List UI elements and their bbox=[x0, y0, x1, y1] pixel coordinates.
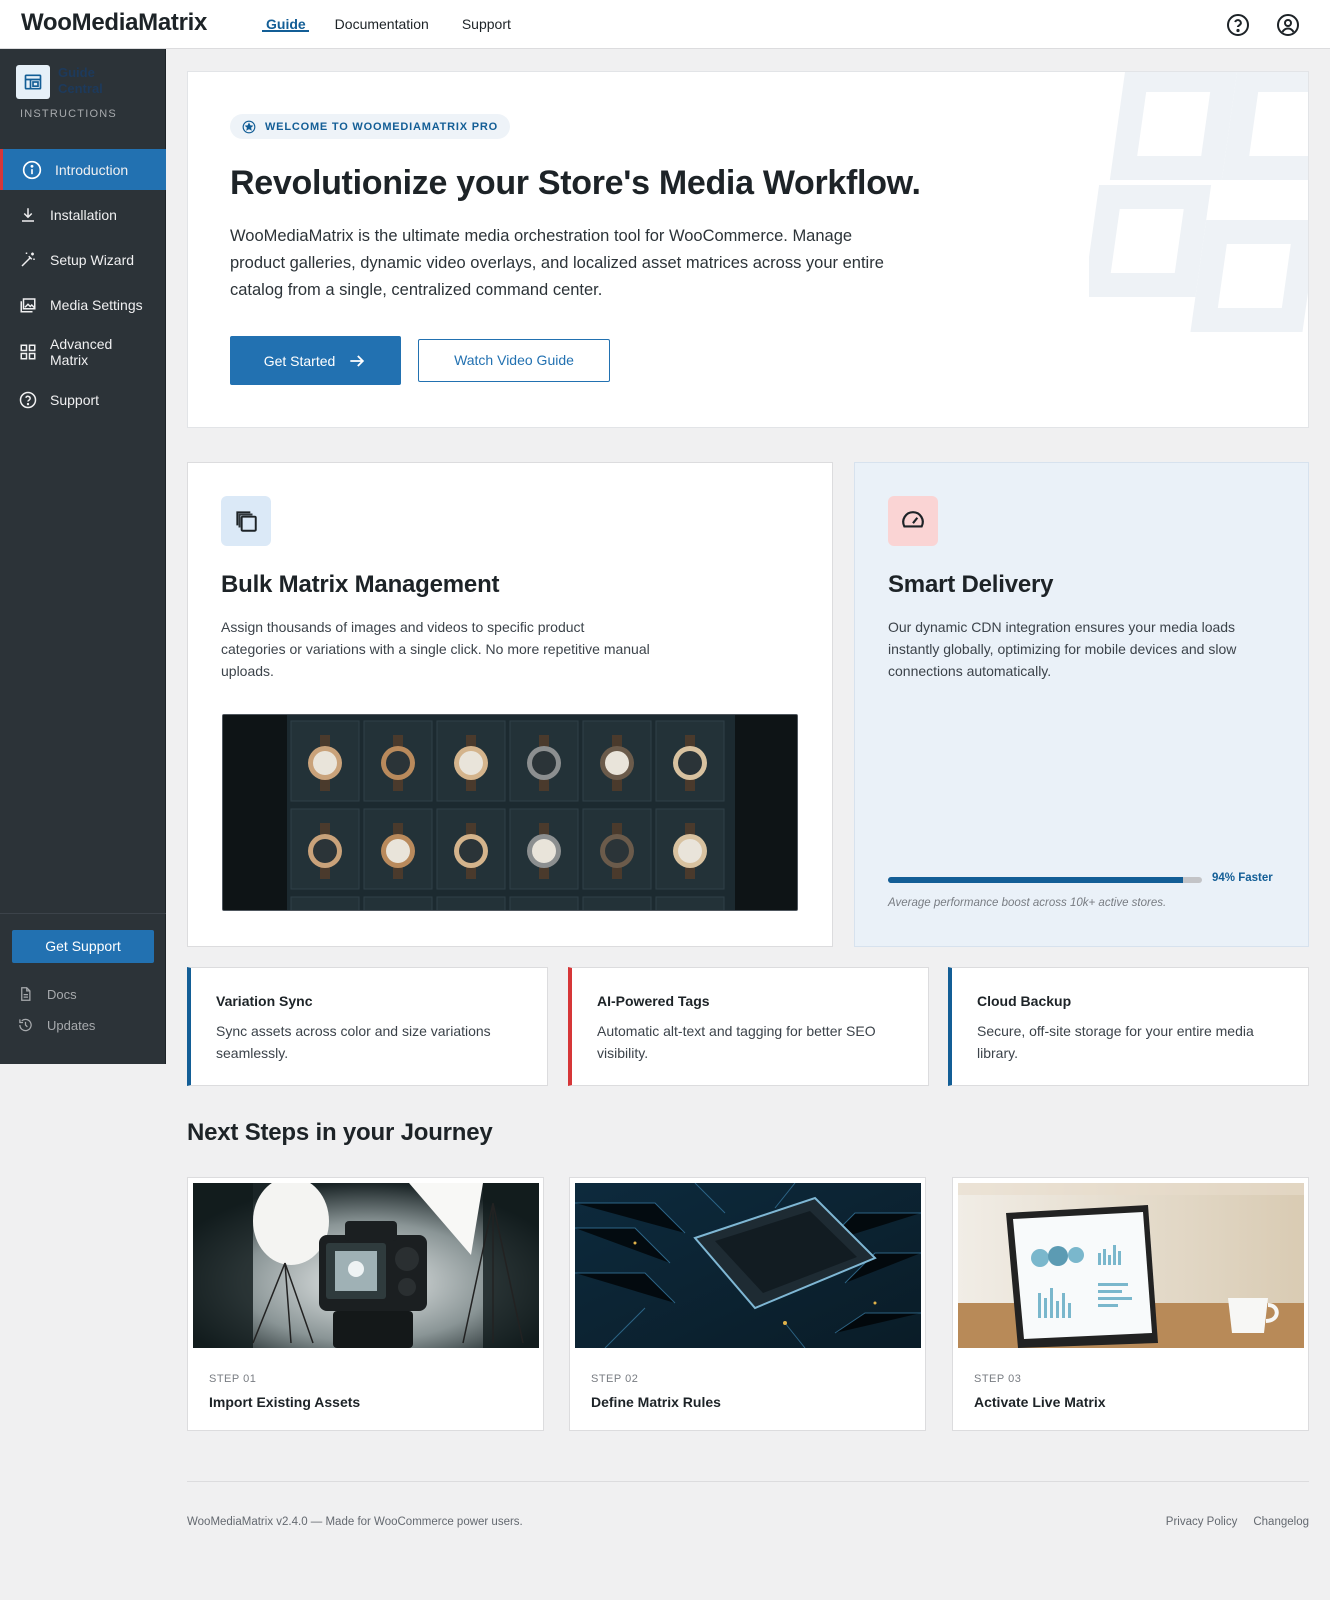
progress-label: 94% Faster bbox=[1212, 872, 1273, 884]
user-account-icon[interactable] bbox=[1276, 13, 1300, 37]
step-title: Define Matrix Rules bbox=[591, 1394, 721, 1410]
copy-icon bbox=[221, 496, 271, 546]
app-brand[interactable]: WooMediaMatrix bbox=[21, 9, 207, 37]
variation-sync-card: Variation Sync Sync assets across color … bbox=[187, 967, 548, 1086]
camera-studio-image bbox=[193, 1183, 539, 1348]
changelog-link[interactable]: Changelog bbox=[1253, 1516, 1309, 1528]
download-icon bbox=[22, 207, 34, 222]
step-title: Import Existing Assets bbox=[209, 1394, 361, 1410]
sidebar-subtitle: INSTRUCTIONS bbox=[20, 108, 117, 120]
info-icon bbox=[22, 160, 42, 179]
step-label: STEP 01 bbox=[209, 1373, 257, 1385]
sidebar-item-media-settings[interactable]: Media Settings bbox=[0, 284, 166, 325]
step-card-import[interactable]: STEP 01 Import Existing Assets bbox=[187, 1177, 544, 1431]
step-title: Activate Live Matrix bbox=[974, 1394, 1106, 1410]
welcome-badge: WELCOME TO WOOMEDIAMATRIX PRO bbox=[230, 114, 511, 139]
get-support-button[interactable]: Get Support bbox=[12, 930, 154, 963]
dashboard-logo-icon bbox=[16, 65, 50, 99]
footer-text: WooMediaMatrix v2.4.0 — Made for WooComm… bbox=[187, 1516, 523, 1528]
sidebar-item-label: Installation bbox=[50, 206, 117, 223]
step-label: STEP 03 bbox=[974, 1373, 1022, 1385]
footer-divider bbox=[187, 1481, 1309, 1482]
sidebar-link-docs[interactable]: Docs bbox=[18, 986, 77, 1002]
bulk-matrix-card: Bulk Matrix Management Assign thousands … bbox=[187, 462, 833, 947]
watch-video-guide-button[interactable]: Watch Video Guide bbox=[418, 339, 610, 382]
sidebar-item-label: Introduction bbox=[55, 161, 129, 178]
get-started-label: Get Started bbox=[263, 352, 336, 369]
speedometer-icon bbox=[888, 496, 938, 546]
sidebar-item-label: Advanced Matrix bbox=[50, 336, 113, 368]
bulk-title: Bulk Matrix Management bbox=[221, 571, 500, 598]
sidebar-item-advanced-matrix[interactable]: Advanced Matrix bbox=[0, 329, 166, 375]
hero-description: WooMediaMatrix is the ultimate media orc… bbox=[230, 227, 884, 299]
sidebar-brand: Guide Central bbox=[58, 65, 103, 96]
mini-card-description: Secure, off-site storage for your entire… bbox=[977, 1023, 1254, 1061]
sidebar-item-label: Media Settings bbox=[50, 296, 143, 313]
sidebar-header: Guide Central bbox=[16, 65, 103, 99]
smart-delivery-card: Smart Delivery Our dynamic CDN integrati… bbox=[854, 462, 1309, 947]
cloud-backup-card: Cloud Backup Secure, off-site storage fo… bbox=[948, 967, 1309, 1086]
ai-powered-tags-card: AI-Powered Tags Automatic alt-text and t… bbox=[568, 967, 929, 1086]
top-nav: Guide Documentation Support bbox=[262, 0, 527, 48]
sidebar: Guide Central INSTRUCTIONS Introduction … bbox=[0, 49, 166, 1064]
top-bar: WooMediaMatrix Guide Documentation Suppo… bbox=[0, 0, 1330, 49]
sidebar-link-updates[interactable]: Updates bbox=[18, 1017, 95, 1033]
privacy-policy-link[interactable]: Privacy Policy bbox=[1166, 1516, 1238, 1528]
bulk-description: Assign thousands of images and videos to… bbox=[221, 619, 650, 679]
footer-links: Privacy Policy Changelog bbox=[1166, 1516, 1309, 1528]
mini-card-title: AI-Powered Tags bbox=[597, 993, 710, 1009]
arrow-right-icon bbox=[350, 354, 365, 367]
mini-card-title: Cloud Backup bbox=[977, 993, 1072, 1009]
media-library-icon bbox=[20, 297, 36, 312]
hero-card: WELCOME TO WOOMEDIAMATRIX PRO Revolution… bbox=[187, 71, 1309, 428]
smart-title: Smart Delivery bbox=[888, 571, 1054, 598]
sidebar-item-introduction[interactable]: Introduction bbox=[0, 149, 166, 190]
mini-card-description: Automatic alt-text and tagging for bette… bbox=[597, 1023, 876, 1061]
help-circle-icon[interactable] bbox=[1226, 13, 1250, 37]
magic-wand-icon bbox=[21, 252, 35, 267]
docs-link-label: Docs bbox=[47, 986, 77, 1002]
next-steps-title: Next Steps in your Journey bbox=[187, 1119, 493, 1146]
updates-link-label: Updates bbox=[47, 1017, 96, 1033]
progress-fill bbox=[888, 877, 1184, 883]
document-icon bbox=[21, 987, 31, 1001]
grid-icon bbox=[20, 344, 36, 360]
sidebar-item-label: Support bbox=[50, 391, 100, 408]
circuit-board-image bbox=[575, 1183, 921, 1348]
step-label: STEP 02 bbox=[591, 1373, 639, 1385]
step-card-activate[interactable]: STEP 03 Activate Live Matrix bbox=[952, 1177, 1309, 1431]
sidebar-item-setup-wizard[interactable]: Setup Wizard bbox=[0, 239, 166, 280]
hero-decoration bbox=[1089, 72, 1308, 332]
sidebar-item-label: Setup Wizard bbox=[50, 251, 135, 268]
sidebar-item-installation[interactable]: Installation bbox=[0, 194, 166, 235]
mini-card-description: Sync assets across color and size variat… bbox=[216, 1023, 491, 1061]
hero-title: Revolutionize your Store's Media Workflo… bbox=[230, 164, 921, 202]
laptop-dashboard-image bbox=[958, 1183, 1304, 1348]
mini-card-title: Variation Sync bbox=[216, 993, 313, 1009]
performance-progress-bar bbox=[888, 877, 1202, 883]
step-card-define[interactable]: STEP 02 Define Matrix Rules bbox=[569, 1177, 926, 1431]
sidebar-divider bbox=[0, 913, 166, 914]
nav-guide[interactable]: Guide bbox=[262, 0, 309, 48]
star-badge-icon bbox=[242, 120, 256, 133]
nav-support[interactable]: Support bbox=[462, 0, 527, 48]
badge-text: WELCOME TO WOOMEDIAMATRIX PRO bbox=[265, 120, 499, 133]
progress-caption: Average performance boost across 10k+ ac… bbox=[888, 897, 1167, 909]
nav-documentation[interactable]: Documentation bbox=[335, 0, 429, 48]
help-circle-icon bbox=[19, 391, 37, 408]
history-icon bbox=[19, 1018, 32, 1032]
sidebar-item-support[interactable]: Support bbox=[0, 379, 166, 420]
smart-description: Our dynamic CDN integration ensures your… bbox=[888, 619, 1237, 679]
get-started-button[interactable]: Get Started bbox=[230, 336, 401, 385]
product-matrix-image bbox=[222, 714, 798, 911]
